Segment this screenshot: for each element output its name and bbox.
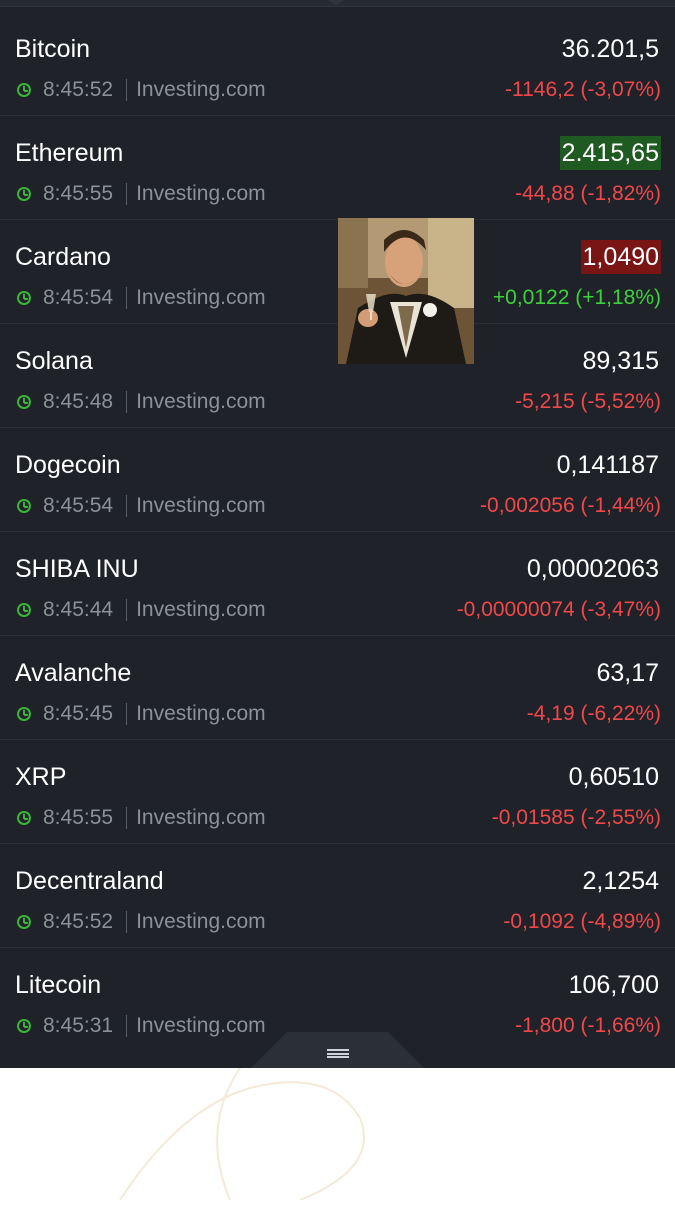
quote-meta: 8:45:55 Investing.com [17,804,266,832]
update-time: 8:45:48 [43,390,114,413]
quotes-app: Bitcoin 36.201,5 8:45:52 Investing.com -1146… [0,0,675,1068]
update-time: 8:45:55 [43,182,114,205]
price-change: -0,002056 (-1,44%) [480,494,661,517]
clock-icon [17,811,31,825]
data-source: Investing.com [136,910,266,933]
update-time: 8:45:54 [43,286,114,309]
quote-meta: 8:45:31 Investing.com [17,1012,266,1040]
quote-row[interactable]: Avalanche 63,17 8:45:45 Investing.com -4,19 … [0,636,675,740]
quote-row[interactable]: XRP 0,60510 8:45:55 Investing.com -0,01585 (… [0,740,675,844]
price-change: -1,800 (-1,66%) [515,1014,661,1037]
separator [126,79,128,101]
quote-meta: 8:45:45 Investing.com [17,700,266,728]
last-price: 2,1254 [582,867,659,895]
last-price: 106,700 [568,971,659,999]
separator [126,703,128,725]
menu-handle-icon[interactable] [327,1049,349,1058]
separator [126,599,128,621]
separator [126,495,128,517]
quote-meta: 8:45:54 Investing.com [17,284,266,312]
clock-icon [17,915,31,929]
data-source: Investing.com [136,390,266,413]
instrument-name: Bitcoin [15,35,91,63]
quote-row[interactable]: Decentraland 2,1254 8:45:52 Investing.com -0… [0,844,675,948]
separator [126,911,128,933]
update-time: 8:45:54 [43,494,114,517]
last-price: 2.415,65 [559,136,661,170]
quote-meta: 8:45:48 Investing.com [17,388,266,416]
update-time: 8:45:44 [43,598,114,621]
quote-row[interactable]: SHIBA INU 0,00002063 8:45:44 Investing.com -… [0,532,675,636]
update-time: 8:45:45 [43,702,114,725]
price-change: -0,00000074 (-3,47%) [456,598,661,621]
price-change: -0,1092 (-4,89%) [503,910,661,933]
clock-icon [17,499,31,513]
top-bar [0,0,675,7]
separator [126,807,128,829]
instrument-name: Avalanche [15,659,132,687]
blank-area [0,1067,675,1201]
quote-meta: 8:45:55 Investing.com [17,180,266,208]
price-change: -44,88 (-1,82%) [515,182,661,205]
data-source: Investing.com [136,598,266,621]
clock-icon [17,395,31,409]
update-time: 8:45:52 [43,910,114,933]
separator [126,183,128,205]
update-time: 8:45:31 [43,1014,114,1037]
clock-icon [17,1019,31,1033]
update-time: 8:45:52 [43,78,114,101]
last-price: 89,315 [582,347,659,375]
last-price: 63,17 [596,659,659,687]
meme-picture [338,218,474,364]
clock-icon [17,707,31,721]
separator [126,287,128,309]
faint-watermark-curve [119,1067,365,1201]
quote-list: Bitcoin 36.201,5 8:45:52 Investing.com -1146… [0,12,675,1052]
last-price: 1,0490 [580,240,661,274]
instrument-name: Dogecoin [15,451,121,479]
data-source: Investing.com [136,182,266,205]
price-change: +0,0122 (+1,18%) [492,286,661,309]
separator [126,391,128,413]
last-price: 0,00002063 [526,555,659,583]
quote-meta: 8:45:52 Investing.com [17,908,266,936]
instrument-name: Litecoin [15,971,102,999]
instrument-name: Solana [15,347,93,375]
data-source: Investing.com [136,1014,266,1037]
instrument-name: XRP [15,763,67,791]
last-price: 0,141187 [556,451,659,479]
quote-row[interactable]: Bitcoin 36.201,5 8:45:52 Investing.com -1146… [0,12,675,116]
data-source: Investing.com [136,494,266,517]
quote-row[interactable]: Ethereum 2.415,65 8:45:55 Investing.com -44,… [0,116,675,220]
quote-meta: 8:45:54 Investing.com [17,492,266,520]
instrument-name: Ethereum [15,139,124,167]
clock-icon [17,603,31,617]
data-source: Investing.com [136,78,266,101]
instrument-name: Decentraland [15,867,164,895]
last-price: 0,60510 [568,763,659,791]
data-source: Investing.com [136,806,266,829]
data-source: Investing.com [136,286,266,309]
drawer-handle[interactable] [251,1032,424,1068]
quote-meta: 8:45:44 Investing.com [17,596,266,624]
data-source: Investing.com [136,702,266,725]
meme-image [338,218,474,364]
price-change: -4,19 (-6,22%) [526,702,661,725]
last-price: 36.201,5 [561,35,659,63]
separator [126,1015,128,1037]
clock-icon [17,83,31,97]
price-change: -0,01585 (-2,55%) [491,806,661,829]
clock-icon [17,291,31,305]
instrument-name: SHIBA INU [15,555,139,583]
price-change: -5,215 (-5,52%) [515,390,661,413]
price-change: -1146,2 (-3,07%) [504,78,661,101]
quote-row[interactable]: Dogecoin 0,141187 8:45:54 Investing.com -0,0… [0,428,675,532]
clock-icon [17,187,31,201]
update-time: 8:45:55 [43,806,114,829]
quote-meta: 8:45:52 Investing.com [17,76,266,104]
top-notch-icon [328,0,344,6]
instrument-name: Cardano [15,243,111,271]
